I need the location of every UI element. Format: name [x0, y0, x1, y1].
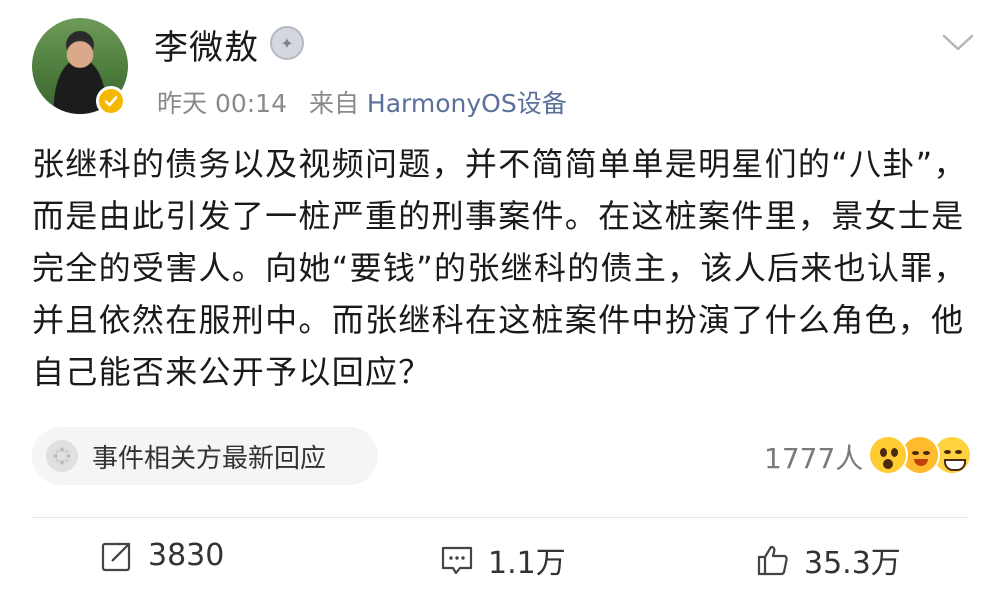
post-body: 张继科的债务以及视频问题，并不简简单单是明星们的“八卦”，而是由此引发了一桩严重…	[32, 145, 967, 391]
post-meta: 昨天 00:14 来自 HarmonyOS设备	[157, 84, 567, 120]
divider	[32, 517, 968, 518]
author-name[interactable]: 李微敖	[154, 20, 259, 69]
post-time: 昨天 00:14	[157, 89, 287, 118]
emoji-surprised-icon[interactable]	[868, 435, 908, 475]
comment-icon	[441, 546, 473, 575]
topic-chip[interactable]: 事件相关方最新回应	[32, 427, 378, 485]
medal-icon[interactable]: ✦	[270, 26, 304, 60]
repost-button[interactable]: 3830	[100, 538, 224, 573]
like-button[interactable]: 35.3万	[756, 538, 901, 582]
chevron-down-icon[interactable]	[940, 30, 976, 54]
topic-dots-icon	[46, 440, 78, 472]
comment-button[interactable]: 1.1万	[440, 538, 566, 582]
reaction-count[interactable]: 1777人	[764, 437, 863, 477]
post-source[interactable]: HarmonyOS设备	[367, 89, 567, 118]
source-prefix: 来自	[308, 89, 359, 118]
like-icon	[757, 545, 788, 576]
topic-label: 事件相关方最新回应	[92, 443, 327, 474]
like-count: 35.3万	[804, 546, 901, 581]
repost-icon	[101, 540, 132, 571]
verified-badge-icon	[96, 86, 126, 116]
repost-count: 3830	[148, 538, 225, 573]
comment-count: 1.1万	[488, 546, 566, 581]
